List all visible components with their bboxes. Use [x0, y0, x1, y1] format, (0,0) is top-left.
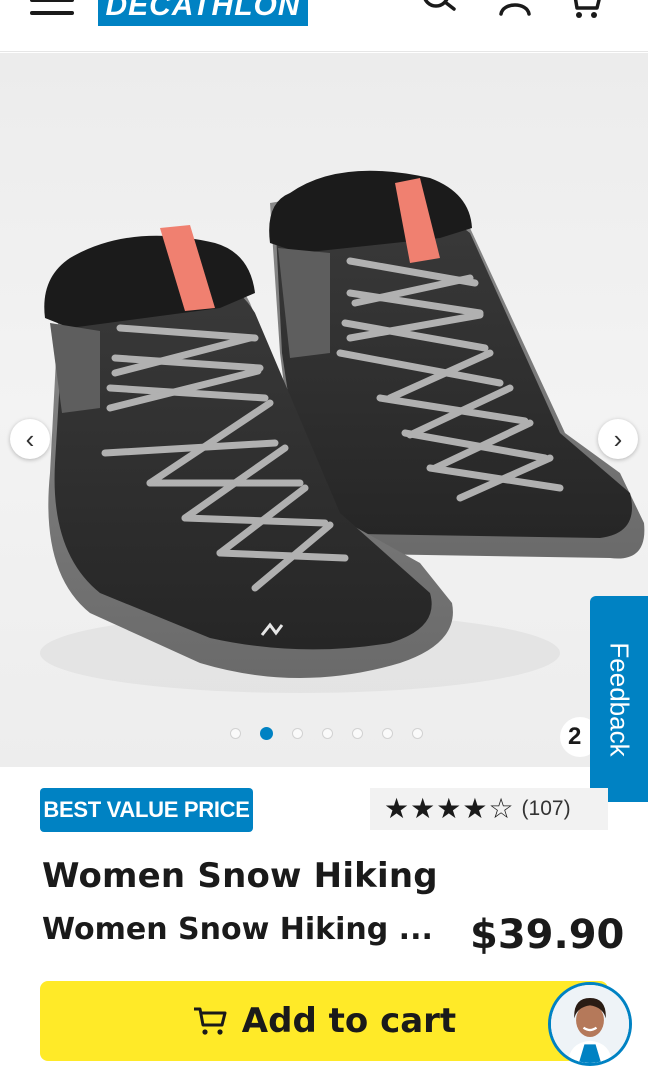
account-icon[interactable] [495, 0, 535, 22]
pagination-dot[interactable] [322, 728, 333, 739]
star-empty-icon: ☆ [488, 793, 514, 824]
rating-summary[interactable]: ★ ★ ★ ★ ☆ (107) [370, 788, 608, 830]
product-title: Women Snow Hiking [42, 856, 438, 896]
product-price: $39.90 [470, 912, 625, 958]
feedback-tab[interactable]: Feedback [590, 596, 648, 802]
star-filled-icon: ★ [384, 793, 410, 824]
avatar-icon [551, 985, 629, 1063]
pagination-dot[interactable] [382, 728, 393, 739]
pagination-dot[interactable] [352, 728, 363, 739]
top-header: DECATHLON [0, 0, 648, 52]
add-to-cart-label: Add to cart [241, 1001, 457, 1041]
rating-stars: ★ ★ ★ ★ ☆ [384, 795, 514, 823]
next-image-button[interactable]: › [598, 419, 638, 459]
best-value-badge: BEST VALUE PRICE [40, 788, 253, 832]
pagination-dot[interactable] [260, 727, 273, 740]
decathlon-logo[interactable]: DECATHLON [98, 0, 308, 26]
product-image-gallery[interactable]: ‹ › 2 [0, 53, 648, 767]
star-filled-icon: ★ [410, 793, 436, 824]
cart-icon[interactable] [565, 0, 605, 22]
menu-icon[interactable] [30, 0, 78, 24]
chat-assistant-avatar[interactable] [548, 982, 632, 1066]
star-filled-icon: ★ [436, 793, 462, 824]
previous-image-button[interactable]: ‹ [10, 419, 50, 459]
pagination-dot[interactable] [412, 728, 423, 739]
product-image [40, 170, 645, 693]
search-icon[interactable] [418, 0, 458, 22]
star-filled-icon: ★ [462, 793, 488, 824]
review-count[interactable]: (107) [522, 797, 571, 821]
product-subtitle: Women Snow Hiking ... [42, 912, 433, 947]
cart-icon [193, 1007, 227, 1035]
image-pagination-dots [230, 727, 423, 740]
add-to-cart-button[interactable]: Add to cart [40, 981, 608, 1061]
pagination-dot[interactable] [230, 728, 241, 739]
pagination-dot[interactable] [292, 728, 303, 739]
feedback-label: Feedback [604, 641, 635, 757]
